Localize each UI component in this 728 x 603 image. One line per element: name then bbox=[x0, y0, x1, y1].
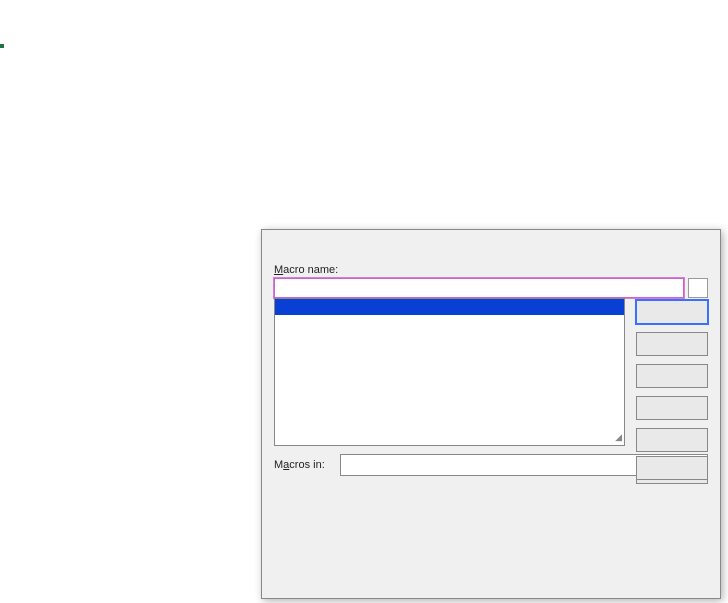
macro-name-input[interactable] bbox=[274, 278, 684, 298]
macro-listbox[interactable]: ◢ bbox=[274, 298, 625, 446]
close-icon[interactable] bbox=[680, 232, 712, 256]
macros-in-label: Macros in: bbox=[274, 459, 334, 471]
step-into-button[interactable] bbox=[636, 332, 708, 356]
cancel-button[interactable] bbox=[636, 456, 708, 480]
macro-name-label: Macro name: bbox=[274, 264, 708, 276]
scroll-indicator-icon: ◢ bbox=[615, 432, 622, 443]
help-icon[interactable] bbox=[648, 232, 680, 256]
dialog-titlebar[interactable] bbox=[262, 230, 720, 258]
page-title bbox=[0, 0, 728, 26]
create-button bbox=[636, 396, 708, 420]
macro-list-item[interactable] bbox=[275, 299, 624, 315]
macro-dialog: Macro name: ◢ Macros in: bbox=[261, 229, 721, 599]
delete-button[interactable] bbox=[636, 428, 708, 452]
selection-outline bbox=[0, 44, 4, 48]
run-button[interactable] bbox=[636, 300, 708, 324]
collapse-icon[interactable] bbox=[688, 278, 708, 298]
edit-button[interactable] bbox=[636, 364, 708, 388]
